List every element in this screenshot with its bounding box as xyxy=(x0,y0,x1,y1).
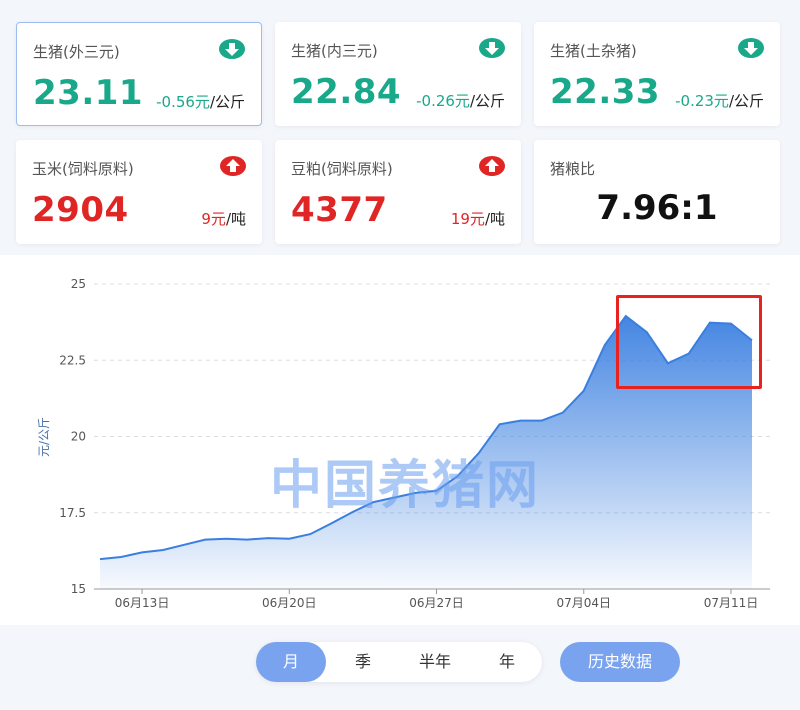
card-title: 生猪(内三元) xyxy=(291,42,378,60)
x-tick-label: 06月13日 xyxy=(115,596,170,610)
arrow-up-icon xyxy=(220,156,246,176)
tab-quarter[interactable]: 季 xyxy=(328,642,398,682)
pig-grain-ratio-card[interactable]: 猪粮比 7.96:1 xyxy=(534,140,780,244)
price-card-corn[interactable]: 玉米(饲料原料) 2904 9元/吨 xyxy=(16,140,262,244)
x-tick-label: 06月27日 xyxy=(409,596,464,610)
price-card-soybean-meal[interactable]: 豆粕(饲料原料) 4377 19元/吨 xyxy=(275,140,521,244)
card-change: 9元/吨 xyxy=(201,210,246,228)
tab-year[interactable]: 年 xyxy=(472,642,542,682)
y-tick-label: 25 xyxy=(71,277,86,291)
arrow-down-icon xyxy=(738,38,764,58)
highlight-box xyxy=(616,295,762,389)
card-value: 23.11 xyxy=(33,73,144,113)
price-chart: 15 17.5 20 22.5 25 06月13日 06月20日 06月27日 07月04日 07… xyxy=(0,255,800,625)
card-change: 19元/吨 xyxy=(450,210,505,228)
price-card-tuzazhu[interactable]: 生猪(土杂猪) 22.33 -0.23元/公斤 xyxy=(534,22,780,126)
tab-month[interactable]: 月 xyxy=(256,642,326,682)
card-change: -0.56元/公斤 xyxy=(156,93,245,111)
card-value: 4377 xyxy=(291,190,388,230)
y-axis-label: 元/公斤 xyxy=(37,417,51,457)
x-tick-label: 07月04日 xyxy=(556,596,611,610)
watermark: 中国养猪网 xyxy=(270,456,541,516)
ratio-value: 7.96:1 xyxy=(596,188,718,228)
period-tabs: 月 季 半年 年 xyxy=(256,642,542,682)
x-tick-label: 07月11日 xyxy=(704,596,759,610)
arrow-down-icon xyxy=(219,39,245,59)
y-tick-label: 22.5 xyxy=(59,353,86,367)
y-tick-label: 15 xyxy=(71,582,86,596)
card-value: 22.33 xyxy=(550,72,661,112)
y-tick-label: 20 xyxy=(71,430,86,444)
card-change: -0.26元/公斤 xyxy=(416,92,505,110)
arrow-up-icon xyxy=(479,156,505,176)
x-tick-label: 06月20日 xyxy=(262,596,317,610)
history-data-button[interactable]: 历史数据 xyxy=(560,642,680,682)
card-title: 生猪(外三元) xyxy=(33,43,120,61)
card-value: 22.84 xyxy=(291,72,402,112)
price-card-neisanyuan[interactable]: 生猪(内三元) 22.84 -0.26元/公斤 xyxy=(275,22,521,126)
card-title: 玉米(饲料原料) xyxy=(32,160,134,178)
price-card-waisanyuan[interactable]: 生猪(外三元) 23.11 -0.56元/公斤 xyxy=(16,22,262,126)
card-title: 生猪(土杂猪) xyxy=(550,42,637,60)
y-tick-label: 17.5 xyxy=(59,506,86,520)
card-title: 豆粕(饲料原料) xyxy=(291,160,393,178)
card-change: -0.23元/公斤 xyxy=(675,92,764,110)
tab-half-year[interactable]: 半年 xyxy=(400,642,470,682)
card-title: 猪粮比 xyxy=(550,160,596,178)
card-value: 2904 xyxy=(32,190,129,230)
arrow-down-icon xyxy=(479,38,505,58)
